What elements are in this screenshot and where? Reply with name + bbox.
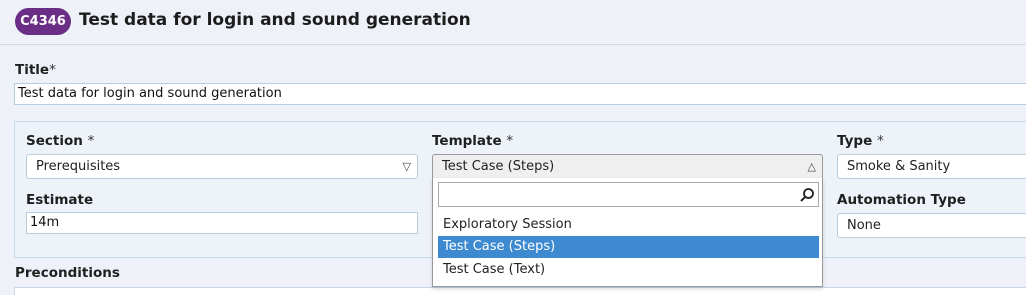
section-label: Section * bbox=[26, 133, 95, 149]
dropdown-search-input[interactable] bbox=[438, 182, 819, 207]
template-select-value: Test Case (Steps) bbox=[442, 159, 555, 174]
search-icon bbox=[800, 188, 814, 202]
dropdown-option-test-case-steps[interactable]: Test Case (Steps) bbox=[438, 236, 819, 258]
section-select[interactable]: Prerequisites ▽ bbox=[26, 154, 418, 179]
page-title: Test data for login and sound generation bbox=[79, 10, 471, 30]
section-select-value: Prerequisites bbox=[36, 159, 121, 174]
chevron-down-icon: ▽ bbox=[402, 160, 411, 173]
template-select[interactable]: Test Case (Steps) △ bbox=[432, 154, 823, 179]
type-select[interactable]: Smoke & Sanity bbox=[837, 154, 1026, 179]
automation-type-value: None bbox=[847, 218, 881, 233]
template-label: Template * bbox=[432, 133, 514, 149]
template-dropdown: Exploratory Session Test Case (Steps) Te… bbox=[432, 178, 823, 287]
dropdown-option-exploratory-session[interactable]: Exploratory Session bbox=[438, 214, 819, 236]
type-label: Type * bbox=[837, 133, 884, 149]
estimate-input[interactable]: 14m bbox=[26, 212, 418, 234]
page-header: C4346 Test data for login and sound gene… bbox=[0, 0, 1026, 45]
chevron-up-icon: △ bbox=[807, 160, 816, 173]
type-select-value: Smoke & Sanity bbox=[847, 159, 951, 174]
title-input[interactable]: Test data for login and sound generation bbox=[14, 83, 1026, 105]
case-id-badge: C4346 bbox=[15, 8, 71, 35]
dropdown-option-test-case-text[interactable]: Test Case (Text) bbox=[438, 259, 819, 281]
title-label: Title* bbox=[15, 62, 56, 78]
estimate-label: Estimate bbox=[26, 192, 94, 208]
preconditions-label: Preconditions bbox=[15, 265, 120, 281]
automation-type-select[interactable]: None bbox=[837, 213, 1026, 238]
preconditions-editor[interactable] bbox=[14, 287, 1026, 295]
automation-type-label: Automation Type bbox=[837, 192, 966, 208]
